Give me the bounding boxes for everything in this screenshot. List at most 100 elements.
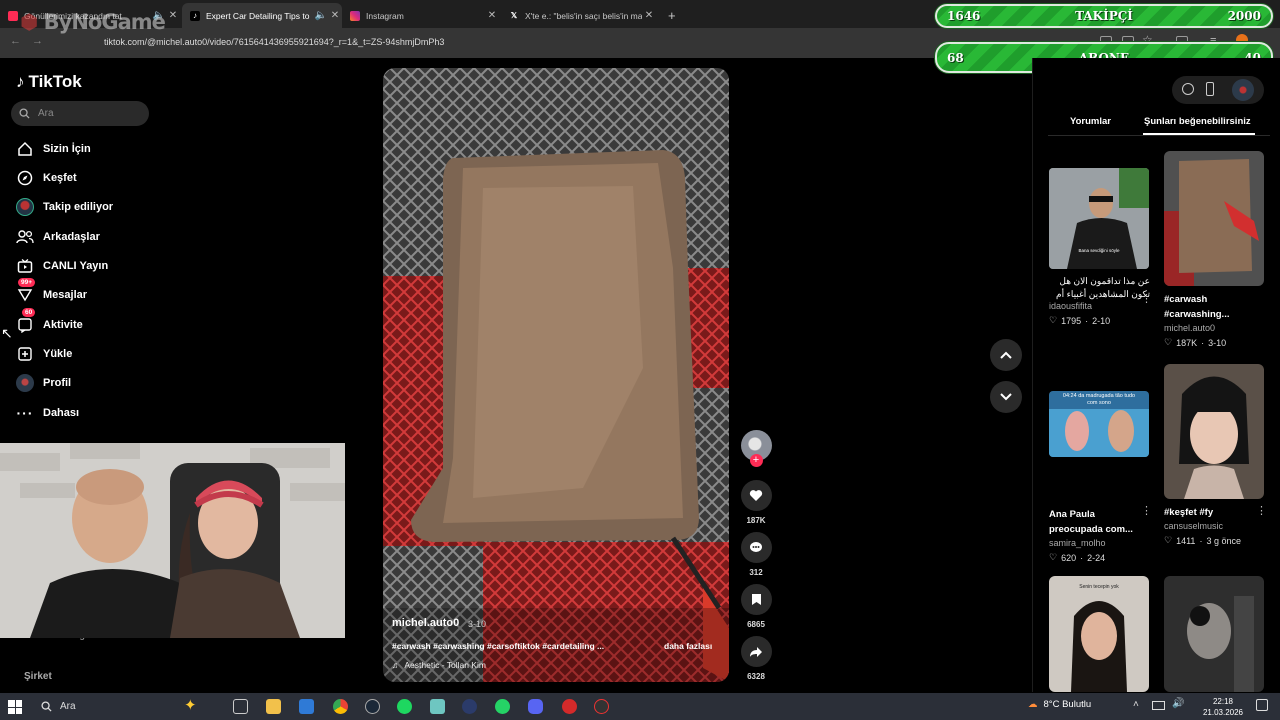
- sidebar-item-following[interactable]: Takip ediliyor: [16, 197, 113, 217]
- spotify-icon[interactable]: [397, 699, 412, 714]
- notification-icon[interactable]: [1256, 699, 1268, 711]
- sidebar-item-profile[interactable]: Profil: [16, 373, 71, 393]
- task-view-icon[interactable]: [233, 699, 248, 714]
- sidebar-item-label: Sizin İçin: [43, 143, 91, 155]
- activity-icon: 60: [16, 308, 36, 334]
- webcam-overlay: [0, 443, 345, 638]
- close-icon[interactable]: ✕: [485, 10, 499, 21]
- card-menu-kebab-icon[interactable]: ⋮: [1141, 504, 1152, 517]
- tab-you-may-like[interactable]: Şunları beğenebilirsiniz: [1144, 116, 1251, 127]
- card-title-line2: تكون المشاهدين أغبياء أم: [1056, 289, 1150, 299]
- weather-widget[interactable]: ☁ 8°C Bulutlu: [1028, 699, 1091, 710]
- previous-video-button[interactable]: [990, 339, 1022, 371]
- like-button[interactable]: 187K: [740, 480, 772, 525]
- share-button[interactable]: 6328: [740, 636, 772, 681]
- music-line[interactable]: ♫ Aesthetic - Tollan Kim: [392, 660, 486, 670]
- close-icon[interactable]: ✕: [328, 10, 342, 21]
- stream-watermark: ⬢ ByNoGame: [20, 10, 166, 34]
- recommended-video-card[interactable]: #carwash #carwashing... michel.auto0 ♡ 1…: [1164, 151, 1265, 348]
- sidebar-item-friends[interactable]: Arkadaşlar: [16, 227, 100, 247]
- tab-title: Expert Car Detailing Tips to: [206, 10, 310, 21]
- sidebar-item-more[interactable]: ··· Dahası: [16, 403, 80, 423]
- back-arrow-icon[interactable]: ←: [10, 35, 21, 47]
- browser-tab-active[interactable]: ♪ Expert Car Detailing Tips to 🔈 ✕: [182, 3, 342, 28]
- recommended-video-card[interactable]: Bana sevdiğini söyle عن مذا تداقمون الان…: [1049, 168, 1150, 326]
- browser-tab[interactable]: Instagram ✕: [342, 3, 499, 28]
- card-menu-kebab-icon[interactable]: ⋮: [1256, 504, 1267, 517]
- new-tab-button[interactable]: +: [660, 3, 684, 28]
- creator-avatar[interactable]: +: [740, 430, 772, 467]
- video-thumbnail: [1164, 364, 1264, 499]
- like-count: 187K: [746, 516, 766, 525]
- comment-count: 312: [749, 568, 763, 577]
- recommended-video-card[interactable]: [1164, 576, 1265, 692]
- card-username[interactable]: cansuselmusic: [1164, 521, 1265, 531]
- comment-button[interactable]: 312: [740, 532, 772, 577]
- next-video-button[interactable]: [990, 381, 1022, 413]
- video-hashtags[interactable]: #carwash #carwashing #carsoftiktok #card…: [392, 641, 604, 651]
- more-link[interactable]: daha fazlası: [664, 641, 712, 651]
- video-thumbnail: [1164, 576, 1264, 692]
- tab-divider: [1048, 135, 1270, 136]
- card-username[interactable]: idaousfifita: [1049, 301, 1150, 311]
- browser-tab[interactable]: 𝕏 X'te e.: "belis'in saçı belis'in ma ✕: [501, 3, 656, 28]
- friends-icon: [16, 228, 34, 246]
- sidebar-item-live[interactable]: CANLI Yayın: [16, 256, 108, 276]
- file-explorer-icon[interactable]: [266, 699, 281, 714]
- steam-icon[interactable]: [365, 699, 380, 714]
- card-date: 2-10: [1092, 315, 1111, 326]
- chrome-icon[interactable]: [333, 699, 348, 714]
- sidebar-item-upload[interactable]: Yükle: [16, 344, 72, 364]
- search-input[interactable]: Ara: [11, 101, 149, 126]
- active-tab-indicator: [1143, 133, 1255, 135]
- instagram-favicon-icon: [350, 10, 360, 21]
- card-title-line2: preocupada com...: [1049, 524, 1133, 535]
- music-title: Aesthetic - Tollan Kim: [404, 660, 486, 670]
- tiktok-logo[interactable]: ♪ TikTok: [16, 72, 82, 92]
- sidebar-item-activity[interactable]: 60 Aktivite: [16, 308, 83, 335]
- sidebar-item-messages[interactable]: 99+ Mesajlar: [16, 278, 87, 305]
- video-author[interactable]: michel.auto0: [392, 617, 459, 629]
- close-icon[interactable]: ✕: [166, 10, 180, 21]
- discord-icon[interactable]: [528, 699, 543, 714]
- save-button[interactable]: 6865: [740, 584, 772, 629]
- recommended-video-card[interactable]: Senin tecepin yok: [1049, 576, 1150, 692]
- notes-icon[interactable]: [430, 699, 445, 714]
- recommended-video-card[interactable]: 04:24 da madrugada tão tudo com sono Ana…: [1049, 391, 1150, 563]
- windows-start-icon[interactable]: [8, 700, 22, 714]
- card-menu-kebab-icon[interactable]: ⋮: [1141, 292, 1152, 305]
- profile-avatar: [16, 374, 34, 392]
- follow-plus-icon[interactable]: +: [749, 454, 763, 467]
- mobile-icon[interactable]: [1206, 82, 1214, 96]
- video-thumbnail: Bana sevdiğini söyle: [1049, 168, 1149, 269]
- player-tools: [1172, 76, 1264, 104]
- subscriber-count: 68: [947, 50, 964, 65]
- chevron-up-icon[interactable]: ˄: [1133, 699, 1139, 710]
- card-username[interactable]: samira_molho: [1049, 538, 1150, 548]
- screen: { "browser": { "tabs": [ {"title": "Gönü…: [0, 0, 1280, 720]
- card-likes: 187K: [1176, 337, 1198, 348]
- recommended-video-card[interactable]: #keşfet #fy cansuselmusic ♡ 1411 · 3 g ö…: [1164, 364, 1265, 546]
- sidebar-item-explore[interactable]: Keşfet: [16, 168, 77, 188]
- heart-icon: [740, 480, 772, 511]
- system-clock[interactable]: 22:18 21.03.2026: [1200, 696, 1246, 718]
- network-icon[interactable]: [1152, 701, 1165, 710]
- user-avatar[interactable]: [1232, 79, 1254, 101]
- vpn-icon[interactable]: [462, 699, 477, 714]
- volume-icon[interactable]: 🔊: [1172, 698, 1184, 709]
- sidebar-item-for-you[interactable]: Sizin İçin: [16, 139, 91, 159]
- whatsapp-icon[interactable]: [495, 699, 510, 714]
- card-title: Ana Paula: [1049, 509, 1095, 520]
- obs-icon[interactable]: [594, 699, 609, 714]
- video-player[interactable]: [383, 68, 729, 682]
- save-count: 6865: [747, 620, 765, 629]
- tab-comments[interactable]: Yorumlar: [1070, 116, 1111, 127]
- more-dots-icon: ···: [16, 405, 34, 421]
- opera-icon[interactable]: [562, 699, 577, 714]
- close-icon[interactable]: ✕: [642, 10, 656, 21]
- mail-icon[interactable]: [299, 699, 314, 714]
- sidebar-company-label[interactable]: Şirket: [24, 671, 52, 682]
- forward-arrow-icon[interactable]: →: [32, 35, 43, 47]
- compass-icon[interactable]: [1182, 83, 1194, 95]
- card-username[interactable]: michel.auto0: [1164, 323, 1265, 333]
